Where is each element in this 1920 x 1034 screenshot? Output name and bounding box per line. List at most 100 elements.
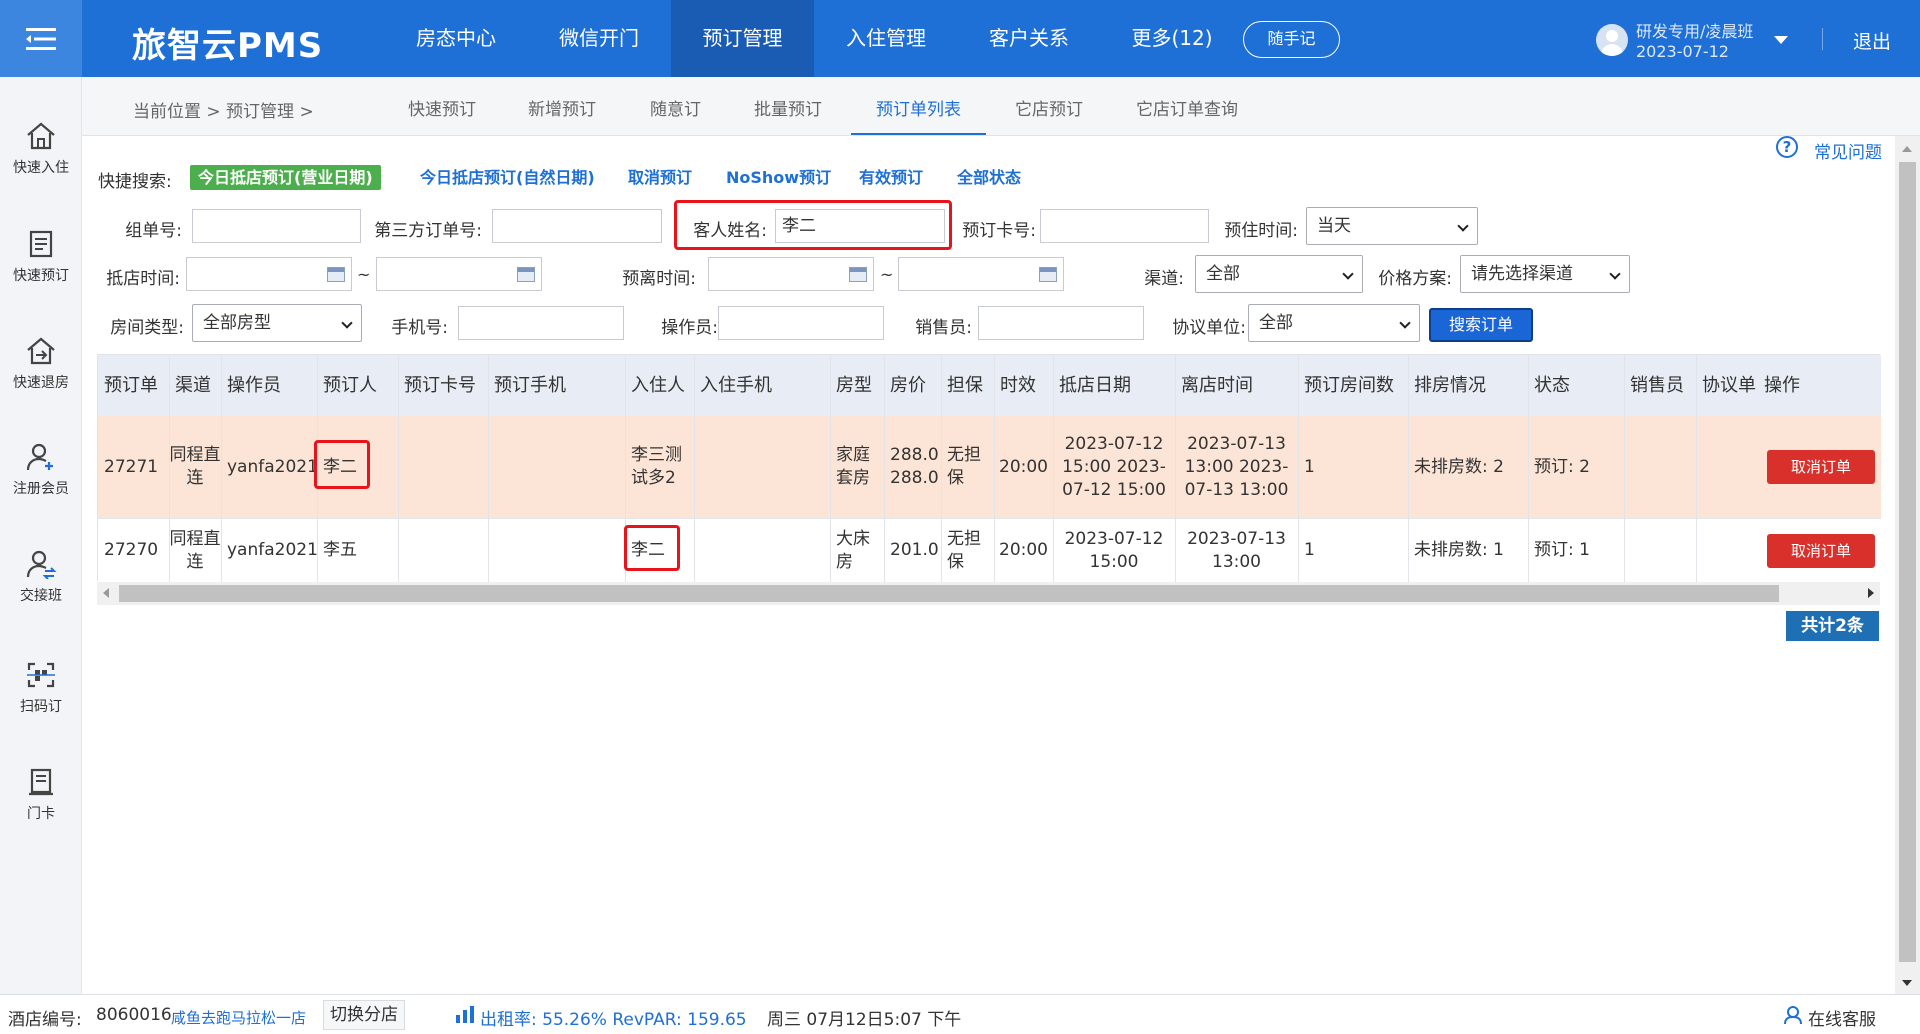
price-plan-select[interactable]: 请先选择渠道 — [1460, 255, 1630, 293]
stay-time-select[interactable]: 当天 — [1306, 207, 1478, 245]
calendar-icon[interactable] — [849, 267, 867, 282]
arrival-time-from[interactable] — [186, 257, 352, 291]
scrollbar-thumb[interactable] — [119, 585, 1779, 602]
col-room-type[interactable]: 房型 — [830, 355, 872, 416]
logout-button[interactable]: 退出 — [1853, 27, 1891, 54]
room-type-label: 房间类型: — [110, 318, 184, 338]
faq-link[interactable]: 常见问题 — [1814, 138, 1882, 163]
sidebar-item-shift-handover[interactable]: 交接班 — [0, 549, 82, 605]
sales-input[interactable] — [978, 306, 1144, 340]
scroll-right-icon[interactable] — [1868, 588, 1874, 598]
quick-search-all-status[interactable]: 全部状态 — [957, 165, 1021, 190]
col-departure-time[interactable]: 离店时间 — [1175, 355, 1253, 416]
cancel-order-button[interactable]: 取消订单 — [1767, 534, 1875, 568]
tab-batch-booking[interactable]: 批量预订 — [754, 95, 822, 120]
quick-search-today-natural[interactable]: 今日抵店预订(自然日期) — [420, 165, 595, 190]
departure-time-to[interactable] — [898, 257, 1064, 291]
occupancy-stats[interactable]: 出租率: 55.26% RevPAR: 159.65 — [480, 1005, 747, 1030]
nav-checkin-management[interactable]: 入住管理 — [827, 0, 945, 77]
sidebar-item-label: 交接班 — [20, 588, 62, 604]
calendar-icon[interactable] — [517, 267, 535, 282]
tab-quick-booking[interactable]: 快速预订 — [408, 95, 476, 120]
col-action[interactable]: 操作 — [1758, 355, 1800, 416]
sidebar-item-label: 快速预订 — [13, 268, 69, 284]
sidebar-item-scan-booking[interactable]: 扫码订 — [0, 660, 82, 716]
tab-booking-list[interactable]: 预订单列表 — [876, 95, 961, 120]
group-no-input[interactable] — [192, 209, 361, 243]
help-icon[interactable]: ? — [1776, 136, 1798, 158]
col-order-no[interactable]: 预订单 — [98, 355, 158, 416]
cell-sales — [1624, 416, 1696, 518]
calendar-icon[interactable] — [327, 267, 345, 282]
room-type-select[interactable]: 全部房型 — [192, 304, 362, 342]
user-avatar[interactable] — [1596, 24, 1628, 56]
col-agreement[interactable]: 协议单 — [1696, 355, 1756, 416]
phone-input[interactable] — [458, 306, 624, 340]
col-room-arrangement[interactable]: 排房情况 — [1408, 355, 1486, 416]
home-icon — [27, 122, 55, 150]
online-service-button[interactable]: 在线客服 — [1808, 1005, 1876, 1030]
cell-departure-time: 2023-07-13 13:00 — [1187, 528, 1286, 572]
col-operator[interactable]: 操作员 — [221, 355, 281, 416]
cancel-order-button[interactable]: 取消订单 — [1767, 450, 1875, 484]
calendar-icon[interactable] — [1039, 267, 1057, 282]
col-guest[interactable]: 入住人 — [625, 355, 685, 416]
cell-room-count: 1 — [1304, 540, 1315, 560]
sidebar-item-door-card[interactable]: 门卡 — [0, 767, 82, 823]
col-arrival-date[interactable]: 抵店日期 — [1053, 355, 1131, 416]
col-guarantee[interactable]: 担保 — [941, 355, 983, 416]
quick-search-noshow[interactable]: NoShow预订 — [726, 165, 831, 190]
add-user-icon — [26, 443, 53, 471]
arrival-time-to[interactable] — [376, 257, 542, 291]
chevron-down-icon[interactable] — [1774, 36, 1788, 44]
col-booker[interactable]: 预订人 — [317, 355, 377, 416]
cell-status: 预订: 1 — [1534, 540, 1590, 560]
col-booking-phone[interactable]: 预订手机 — [488, 355, 566, 416]
quick-search-valid[interactable]: 有效预订 — [859, 165, 923, 190]
departure-time-from[interactable] — [708, 257, 874, 291]
col-room-count[interactable]: 预订房间数 — [1298, 355, 1394, 416]
nav-booking-management[interactable]: 预订管理 — [671, 0, 814, 77]
menu-toggle-button[interactable] — [0, 0, 82, 77]
nav-wechat-door[interactable]: 微信开门 — [540, 0, 658, 77]
nav-room-status[interactable]: 房态中心 — [397, 0, 515, 77]
agreement-unit-select[interactable]: 全部 — [1248, 304, 1420, 342]
third-party-order-label: 第三方订单号: — [374, 221, 482, 241]
tab-new-booking[interactable]: 新增预订 — [528, 95, 596, 120]
total-count-badge: 共计2条 — [1786, 611, 1879, 641]
table-row[interactable]: 27270 同程直连 yanfa2021 李五 李二 大床房 201.0 无担保… — [98, 518, 1881, 582]
tab-casual-booking[interactable]: 随意订 — [650, 95, 701, 120]
scroll-left-icon[interactable] — [103, 588, 109, 598]
col-price[interactable]: 房价 — [884, 355, 926, 416]
scroll-down-icon[interactable] — [1902, 980, 1912, 986]
tab-other-store-query[interactable]: 它店订单查询 — [1136, 95, 1238, 120]
sidebar-item-register-member[interactable]: 注册会员 — [0, 442, 82, 498]
scroll-up-icon[interactable] — [1902, 146, 1912, 152]
third-party-order-input[interactable] — [492, 209, 662, 243]
nav-customer-relations[interactable]: 客户关系 — [970, 0, 1088, 77]
booking-card-input[interactable] — [1040, 209, 1209, 243]
col-timeliness[interactable]: 时效 — [994, 355, 1036, 416]
horizontal-scrollbar[interactable] — [97, 582, 1880, 605]
nav-more[interactable]: 更多(12) — [1111, 0, 1233, 77]
col-sales[interactable]: 销售员 — [1624, 355, 1684, 416]
scrollbar-thumb[interactable] — [1899, 162, 1916, 962]
col-channel[interactable]: 渠道 — [169, 355, 211, 416]
col-guest-phone[interactable]: 入住手机 — [694, 355, 772, 416]
vertical-scrollbar[interactable] — [1895, 136, 1920, 994]
channel-select[interactable]: 全部 — [1195, 255, 1363, 293]
switch-store-button[interactable]: 切换分店 — [323, 1000, 405, 1030]
col-booking-card[interactable]: 预订卡号 — [398, 355, 476, 416]
cell-room-arrangement: 未排房数: 1 — [1414, 540, 1504, 560]
search-orders-button[interactable]: 搜索订单 — [1429, 308, 1533, 342]
quick-note-button[interactable]: 随手记 — [1243, 21, 1340, 58]
user-name[interactable]: 研发专用/凌晨班 — [1636, 18, 1753, 42]
quick-search-today-business[interactable]: 今日抵店预订(营业日期) — [190, 165, 381, 190]
sidebar-item-quick-checkin[interactable]: 快速入住 — [0, 121, 82, 177]
col-status[interactable]: 状态 — [1528, 355, 1570, 416]
tab-other-store-booking[interactable]: 它店预订 — [1015, 95, 1083, 120]
sidebar-item-quick-checkout[interactable]: 快速退房 — [0, 336, 82, 392]
operator-input[interactable] — [718, 306, 884, 340]
quick-search-cancelled[interactable]: 取消预订 — [628, 165, 692, 190]
sidebar-item-quick-booking[interactable]: 快速预订 — [0, 229, 82, 285]
